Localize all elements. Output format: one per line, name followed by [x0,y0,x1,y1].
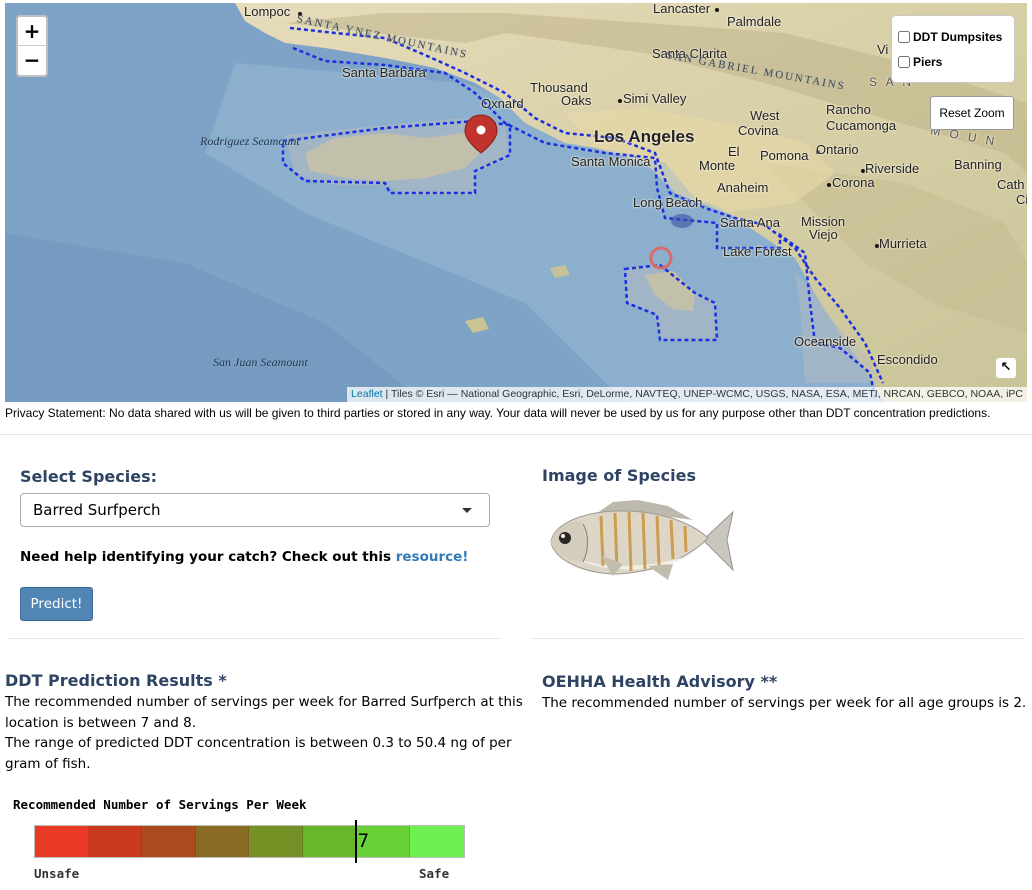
gauge-segment [249,826,303,857]
gauge-unsafe-label: Unsafe [34,866,80,881]
gauge-segment [195,826,250,857]
place-label: Pomona [760,148,809,163]
place-label: San Juan Seamount [213,355,308,369]
zoom-in-button[interactable]: + [18,17,46,46]
place-dot [827,183,831,187]
place-label: Santa Ana [720,215,780,230]
expand-icon[interactable]: ↖ [996,358,1016,378]
gauge-safe-label: Safe [419,866,450,881]
divider [9,638,501,639]
place-label: El [728,144,740,159]
results-line: The range of predicted DDT concentration… [5,735,512,751]
privacy-statement: Privacy Statement: No data shared with u… [5,406,991,420]
layer-control: DDT Dumpsites Piers [891,15,1015,83]
map-tiles [5,3,1027,402]
place-label: Viejo [809,227,838,242]
resource-link[interactable]: resource! [396,549,469,565]
place-label: Banning [954,157,1002,172]
place-label: Santa Barbara [342,65,426,80]
gauge-segment [410,826,464,857]
divider [531,638,1023,639]
place-label: Ci [1016,192,1027,207]
results-line: gram of fish. [5,755,91,772]
place-label: Corona [832,175,875,190]
piers-checkbox[interactable] [898,55,910,68]
place-label: West [750,108,780,123]
help-text-label: Need help identifying your catch? Check … [20,549,396,565]
place-label: Lake Forest [723,244,792,259]
gauge-marker [354,820,357,863]
map[interactable]: Lompoc Lancaster Palmdale SANTA YNEZ MOU… [5,3,1027,402]
reset-zoom-button[interactable]: Reset Zoom [930,96,1014,130]
advisory-heading: OEHHA Health Advisory ** [542,672,778,691]
advisory-text: The recommended number of servings per w… [542,695,1027,711]
place-label: Lancaster [653,3,711,16]
place-label: Monte [699,158,736,173]
layer-ddt-dumpsites[interactable]: DDT Dumpsites [898,24,1008,49]
place-label: Cath [997,177,1025,192]
place-label: Simi Valley [623,91,687,106]
gauge-segment [142,826,196,857]
gauge-marker-value: 7 [357,830,370,852]
place-label: Rodriguez Seamount [200,134,300,148]
place-label: Palmdale [727,14,782,29]
gauge-segment [88,826,143,857]
gauge-title: Recommended Number of Servings Per Week [13,797,307,812]
leaflet-link[interactable]: Leaflet [351,388,383,400]
zoom-control: + − [16,15,48,77]
place-label: Santa Monica [571,154,651,169]
place-dot [618,99,622,103]
place-label: Lompoc [244,4,291,19]
tiles-attribution: | Tiles © Esri — National Geographic, Es… [382,388,1023,400]
image-of-species-heading: Image of Species [542,466,696,485]
results-line: The recommended number of servings per w… [5,694,523,710]
predict-button[interactable]: Predict! [20,587,93,621]
place-dot [715,8,719,12]
select-species-heading: Select Species: [20,467,157,486]
place-label: Los Angeles [594,127,695,146]
servings-gauge [34,825,465,858]
place-label: Vi [877,42,889,57]
species-fish-image [543,494,738,588]
map-attribution: Leaflet | Tiles © Esri — National Geogra… [347,387,1027,402]
gauge-segment [35,826,89,857]
ddt-results-heading: DDT Prediction Results * [5,671,227,690]
layer-label: DDT Dumpsites [913,29,1003,44]
results-line: location is between 7 and 8. [5,714,197,731]
divider [0,434,1032,435]
layer-piers[interactable]: Piers [898,49,1008,74]
zoom-out-button[interactable]: − [18,46,46,75]
place-label: Covina [738,123,779,138]
help-text: Need help identifying your catch? Check … [20,549,468,565]
species-select-value: Barred Surfperch [33,501,161,519]
place-label: Riverside [865,161,920,176]
gauge-segment [302,826,357,857]
place-label: Cucamonga [826,118,897,133]
place-label: Murrieta [879,236,927,251]
place-label: Anaheim [717,180,769,195]
place-label: Long Beach [633,195,703,210]
results-text: The recommended number of servings per w… [5,692,523,774]
chevron-down-icon [462,508,472,513]
layer-label: Piers [913,54,943,69]
place-label: Oxnard [481,96,524,111]
ddt-dumpsites-checkbox[interactable] [898,30,910,43]
place-label: Escondido [877,352,938,367]
species-select[interactable]: Barred Surfperch [20,493,490,527]
place-label: Rancho [826,102,871,117]
place-label: Oaks [561,93,592,108]
place-label: Ontario [816,142,859,157]
place-label: Oceanside [794,334,857,349]
